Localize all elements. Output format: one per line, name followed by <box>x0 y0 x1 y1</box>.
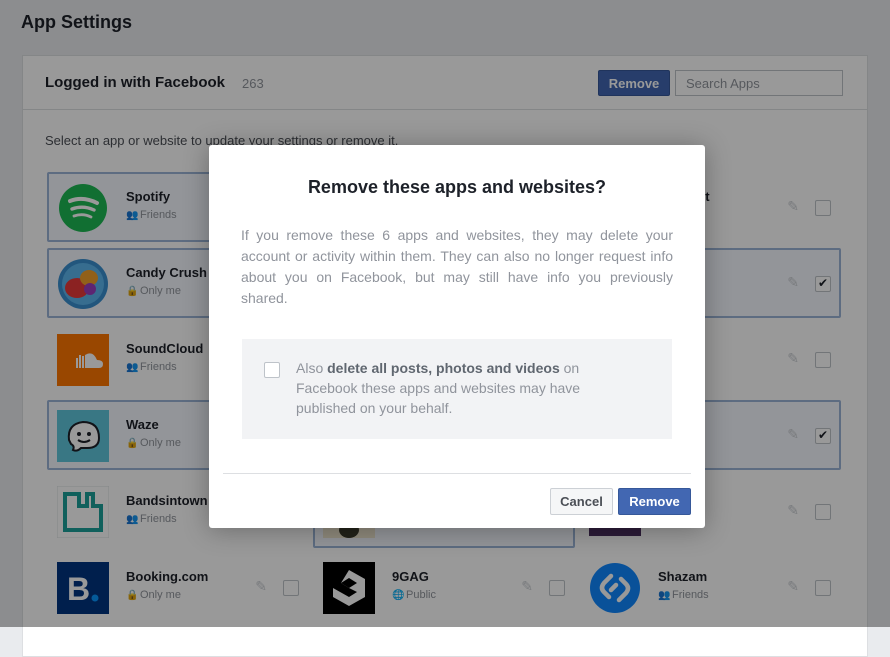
dialog-title: Remove these apps and websites? <box>307 177 607 197</box>
confirm-remove-button[interactable]: Remove <box>618 488 691 515</box>
remove-apps-dialog: Remove these apps and websites? If you r… <box>209 145 705 528</box>
delete-posts-option[interactable]: Also delete all posts, photos and videos… <box>242 339 672 439</box>
dialog-body: If you remove these 6 apps and websites,… <box>241 227 673 306</box>
delete-posts-checkbox[interactable] <box>264 362 280 378</box>
delete-posts-label: Also delete all posts, photos and videos… <box>296 360 581 416</box>
cancel-button[interactable]: Cancel <box>550 488 613 515</box>
dialog-divider <box>223 473 691 474</box>
